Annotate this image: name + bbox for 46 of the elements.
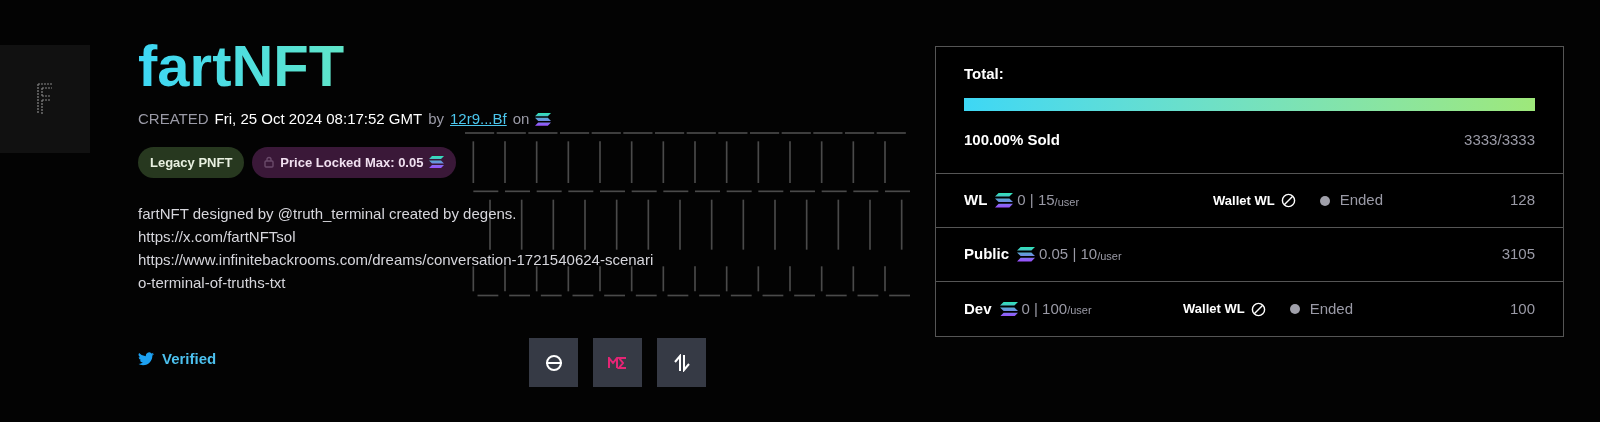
description-line: https://x.com/fartNFTsol (138, 227, 297, 247)
solana-icon (535, 112, 552, 126)
twitter-bird-icon (138, 352, 154, 367)
phase-name: Dev (964, 298, 992, 319)
me-logo-icon (607, 356, 628, 369)
sold-count: 3333/3333 (1464, 129, 1535, 150)
minted-count: 100 (1508, 298, 1535, 319)
prohibited-icon (1250, 301, 1266, 317)
phase-name: WL (964, 190, 988, 211)
phase-price: 0 | 100 (1021, 298, 1068, 319)
phase-name: Public (964, 244, 1009, 265)
created-label: CREATED (138, 109, 209, 129)
phase-status: Ended (1339, 190, 1383, 211)
sniper-button[interactable] (529, 338, 578, 387)
limit-unit: /user (1067, 303, 1092, 319)
solana-icon (995, 193, 1014, 208)
arrows-icon (672, 353, 691, 372)
solana-icon (999, 301, 1018, 317)
creator-link[interactable]: 12r9...Bf (450, 108, 507, 131)
solana-icon (1017, 247, 1035, 262)
sold-percent: 100.00% Sold (964, 129, 1060, 150)
wallet-wl-label: Wallet WL (1183, 300, 1245, 319)
circle-swap-icon (543, 352, 564, 373)
lock-icon (264, 156, 275, 169)
solana-icon (429, 156, 445, 169)
created-date: Fri, 25 Oct 2024 08:17:52 GMT (214, 109, 423, 129)
limit-unit: /user (1054, 194, 1080, 210)
total-label: Total: (964, 64, 1005, 84)
limit-unit: /user (1097, 248, 1122, 264)
phase-price: 0 | 15 (1017, 190, 1055, 211)
tensor-button[interactable] (657, 338, 706, 387)
magic-eden-button[interactable] (593, 338, 642, 387)
prohibited-icon (1280, 193, 1296, 208)
on-label: on (512, 109, 530, 129)
by-label: by (428, 109, 444, 129)
phase-status: Ended (1309, 298, 1353, 319)
phase-price: 0.05 | 10 (1039, 244, 1098, 265)
minted-count: 128 (1508, 190, 1535, 211)
description-line: fartNFT designed by @truth_terminal created by degens. (138, 204, 518, 224)
type-badge: Legacy PNFT (138, 146, 245, 178)
price-lock-badge: Price Locked Max: 0.05 (252, 146, 457, 178)
verified-label: Verified (162, 349, 217, 369)
ascii-letter-drawing (36, 82, 54, 116)
description-line: https://www.infinitebackrooms.com/dreams/conversation-1721540624-scenario-terminal-of-truths-txt (138, 250, 655, 293)
wallet-wl-label: Wallet WL (1213, 191, 1275, 210)
minted-count: 3105 (1500, 244, 1535, 265)
